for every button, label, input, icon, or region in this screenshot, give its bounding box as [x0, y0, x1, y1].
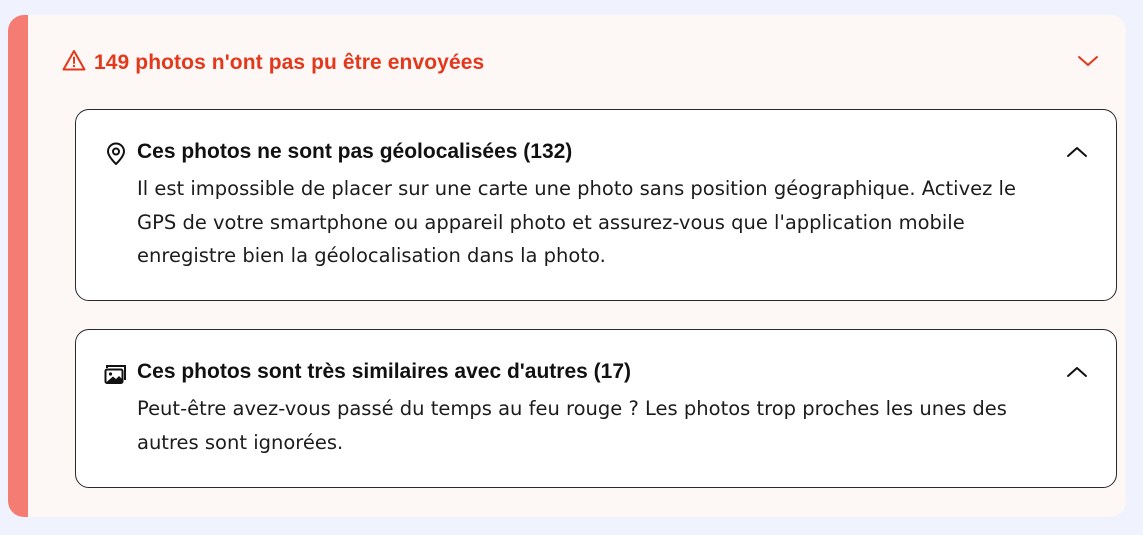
section-title: Ces photos sont très similaires avec d'a…	[137, 360, 632, 383]
section-title: Ces photos ne sont pas géolocalisées (13…	[137, 140, 573, 163]
chevron-up-icon	[1066, 365, 1088, 384]
chevron-up-icon	[1066, 145, 1088, 164]
section-card-no-geolocation[interactable]: Ces photos ne sont pas géolocalisées (13…	[75, 109, 1117, 301]
upload-error-title: 149 photos n'ont pas pu être envoyées	[94, 50, 485, 74]
warning-triangle-icon	[62, 49, 86, 76]
section-toggle-button[interactable]	[1064, 364, 1090, 384]
section-description: Peut-être avez-vous passé du temps au fe…	[137, 397, 1007, 454]
section-description: Il est impossible de placer sur une cart…	[137, 177, 1016, 267]
section-toggle-button[interactable]	[1064, 144, 1090, 164]
section-card-similar-photos[interactable]: Ces photos sont très similaires avec d'a…	[75, 329, 1117, 488]
location-pin-icon	[104, 142, 128, 166]
chevron-down-icon	[1077, 54, 1099, 73]
upload-error-panel: 149 photos n'ont pas pu être envoyées Ce…	[8, 15, 1126, 517]
upload-error-header[interactable]: 149 photos n'ont pas pu être envoyées	[62, 49, 484, 76]
collapse-toggle-button[interactable]	[1076, 53, 1100, 73]
photos-icon	[104, 362, 128, 386]
